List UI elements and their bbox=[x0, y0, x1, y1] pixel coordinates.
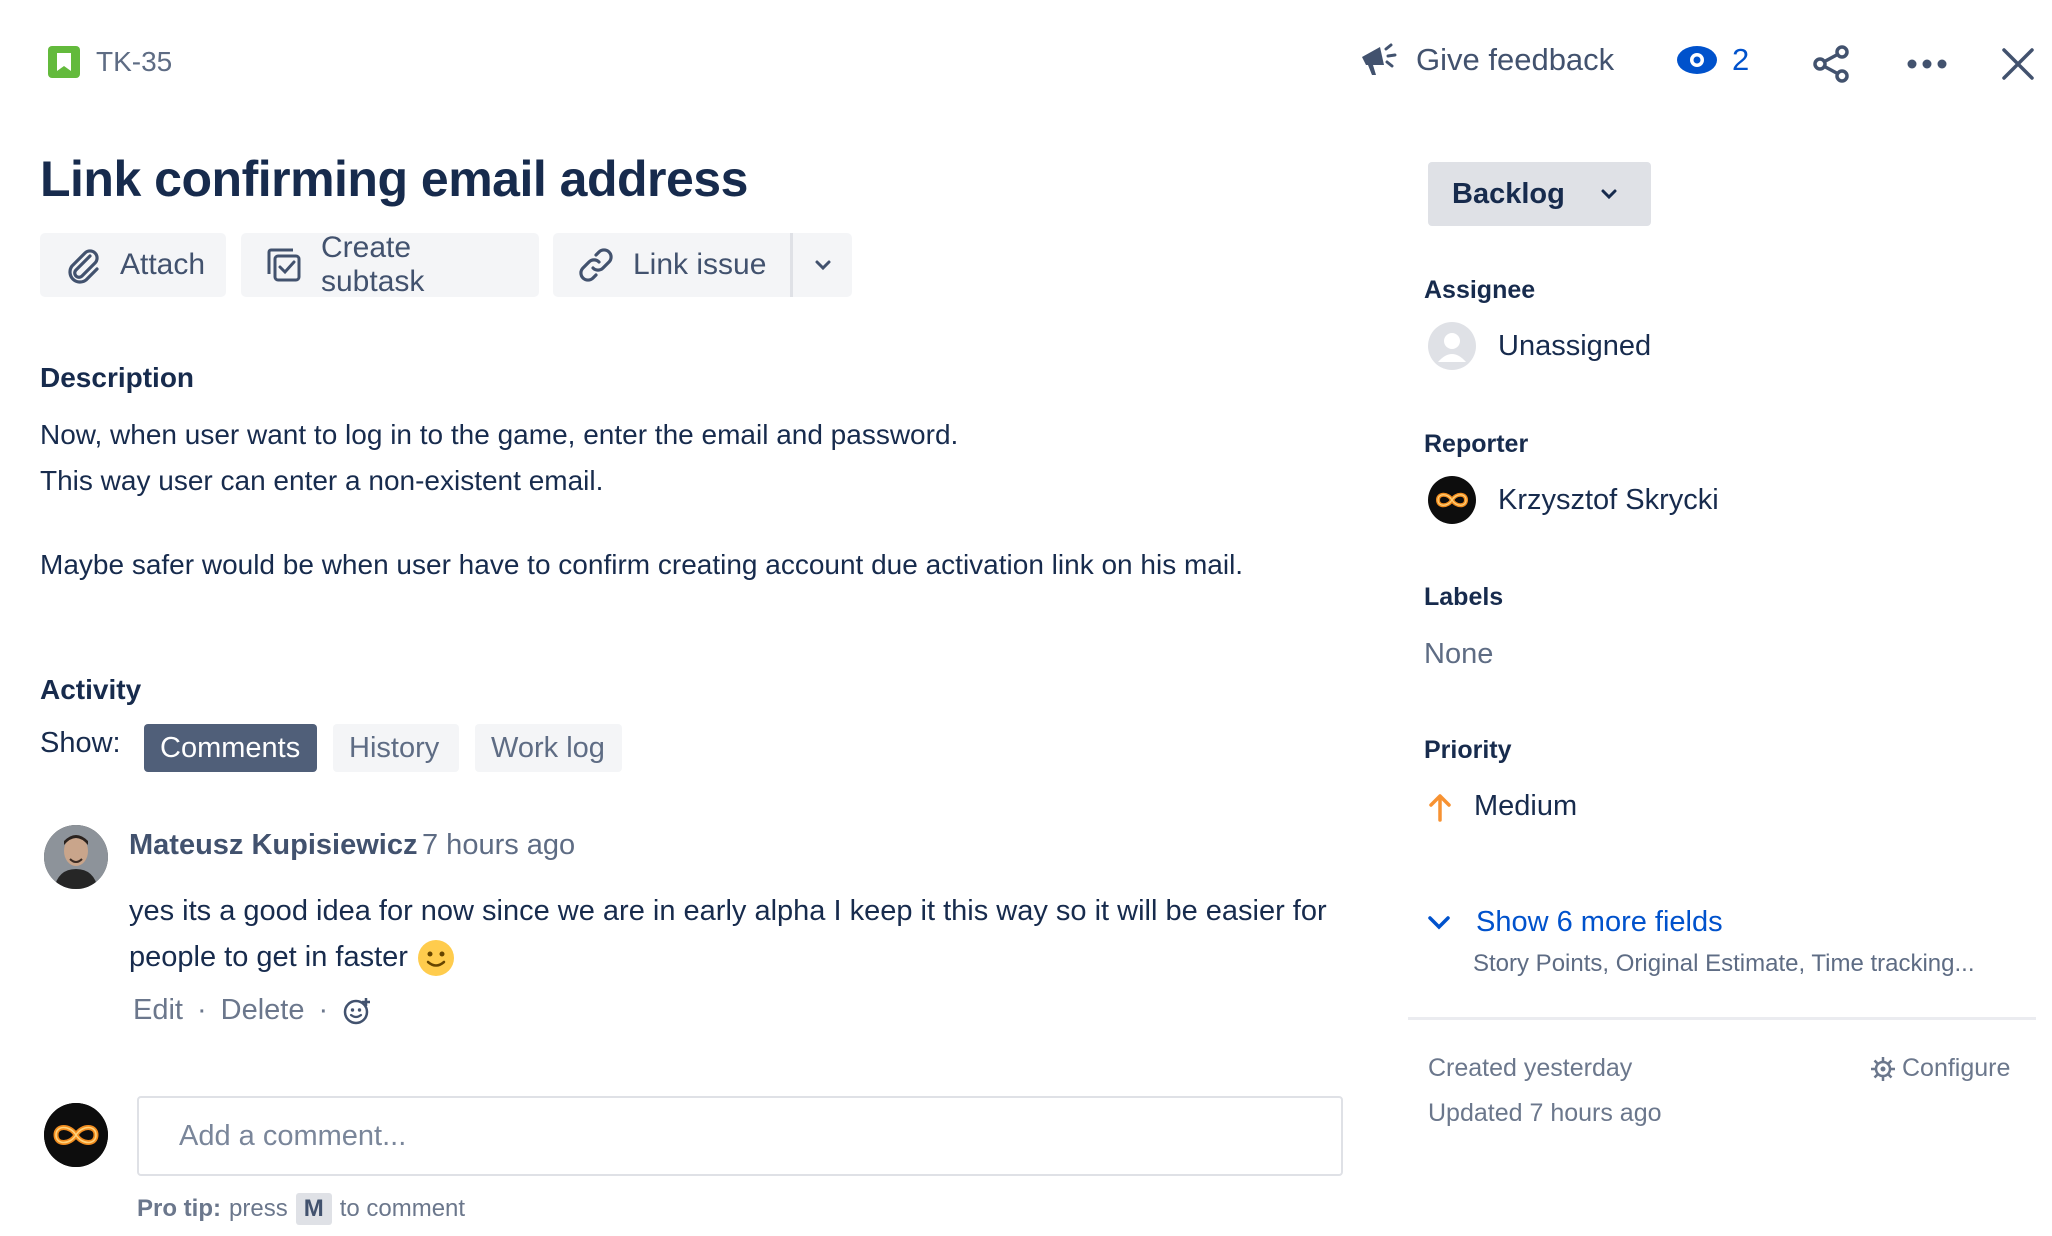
priority-value: Medium bbox=[1474, 790, 1578, 822]
tab-work-log[interactable]: Work log bbox=[475, 724, 622, 772]
status-dropdown[interactable]: Backlog bbox=[1428, 162, 1651, 226]
issue-title[interactable]: Link confirming email address bbox=[40, 150, 748, 208]
subtask-icon bbox=[265, 246, 303, 284]
comment-actions: Edit · Delete · bbox=[133, 994, 372, 1027]
configure-label: Configure bbox=[1902, 1054, 2011, 1082]
reporter-field[interactable]: Krzysztof Skrycki bbox=[1428, 476, 1719, 524]
status-label: Backlog bbox=[1452, 177, 1565, 210]
smile-emoji bbox=[416, 938, 456, 978]
edit-comment-link[interactable]: Edit bbox=[133, 994, 183, 1027]
chevron-down-icon bbox=[1599, 187, 1619, 201]
current-user-avatar bbox=[44, 1103, 108, 1167]
more-fields-summary: Story Points, Original Estimate, Time tr… bbox=[1473, 950, 1975, 977]
add-reaction-icon[interactable] bbox=[342, 996, 372, 1026]
tab-history[interactable]: History bbox=[333, 724, 459, 772]
link-issue-button[interactable]: Link issue bbox=[553, 233, 794, 297]
labels-value[interactable]: None bbox=[1424, 638, 1493, 671]
paperclip-icon bbox=[64, 246, 102, 284]
pro-tip-label: Pro tip: bbox=[137, 1195, 221, 1222]
updated-timestamp: Updated 7 hours ago bbox=[1428, 1099, 1662, 1127]
eye-icon bbox=[1676, 45, 1718, 75]
separator: · bbox=[318, 994, 329, 1026]
show-label: Show: bbox=[40, 727, 121, 759]
assignee-label: Assignee bbox=[1424, 276, 1536, 304]
watch-button[interactable]: 2 bbox=[1676, 42, 1749, 78]
divider bbox=[1408, 1017, 2036, 1020]
attach-button[interactable]: Attach bbox=[40, 233, 226, 297]
give-feedback-button[interactable]: Give feedback bbox=[1360, 42, 1614, 78]
description-heading: Description bbox=[40, 362, 195, 393]
link-icon bbox=[577, 246, 615, 284]
avatar[interactable] bbox=[44, 825, 108, 889]
delete-comment-link[interactable]: Delete bbox=[221, 994, 305, 1027]
show-more-fields-label: Show 6 more fields bbox=[1476, 906, 1723, 938]
labels-label: Labels bbox=[1424, 583, 1504, 611]
more-icon bbox=[1906, 44, 1948, 84]
close-icon bbox=[2000, 44, 2036, 84]
more-actions-button[interactable] bbox=[1906, 44, 1948, 84]
created-timestamp: Created yesterday bbox=[1428, 1054, 1633, 1082]
issue-key[interactable]: TK-35 bbox=[96, 46, 172, 78]
issue-key-breadcrumb[interactable]: TK-35 bbox=[48, 46, 172, 78]
arrow-up-icon bbox=[1428, 792, 1452, 822]
chevron-down-icon bbox=[813, 258, 833, 272]
description-line: Maybe safer would be when user have to c… bbox=[40, 549, 1244, 580]
reporter-value: Krzysztof Skrycki bbox=[1498, 483, 1719, 516]
separator: · bbox=[196, 994, 207, 1026]
chevron-down-icon bbox=[1426, 914, 1452, 932]
gear-icon bbox=[1870, 1056, 1896, 1082]
watchers-count: 2 bbox=[1732, 42, 1750, 77]
pro-tip: Pro tip: press M to comment bbox=[137, 1193, 465, 1225]
comment-timestamp[interactable]: 7 hours ago bbox=[422, 829, 575, 862]
reporter-avatar bbox=[1428, 476, 1476, 524]
share-icon bbox=[1812, 44, 1852, 84]
priority-field[interactable]: Medium bbox=[1428, 790, 1577, 823]
assignee-field[interactable]: Unassigned bbox=[1428, 322, 1651, 370]
priority-label: Priority bbox=[1424, 736, 1512, 764]
link-issue-dropdown[interactable] bbox=[793, 233, 852, 297]
add-comment-input[interactable]: Add a comment... bbox=[137, 1096, 1343, 1176]
user-placeholder-icon bbox=[1428, 322, 1476, 370]
reporter-label: Reporter bbox=[1424, 430, 1529, 458]
description-line: This way user can enter a non-existent e… bbox=[40, 465, 604, 496]
activity-heading: Activity bbox=[40, 674, 142, 705]
comment-text: yes its a good idea for now since we are… bbox=[129, 895, 1327, 973]
assignee-value: Unassigned bbox=[1498, 329, 1652, 362]
create-subtask-label: Create subtask bbox=[321, 231, 425, 298]
tab-comments[interactable]: Comments bbox=[144, 724, 317, 772]
pro-tip-press: press bbox=[229, 1195, 288, 1222]
create-subtask-button[interactable]: Create subtask bbox=[241, 231, 539, 298]
link-issue-button-group: Link issue bbox=[553, 233, 852, 297]
show-more-fields-button[interactable]: Show 6 more fields bbox=[1426, 906, 1723, 939]
configure-button[interactable]: Configure bbox=[1870, 1054, 2010, 1083]
description-body[interactable]: Now, when user want to log in to the gam… bbox=[40, 412, 1340, 588]
close-button[interactable] bbox=[2000, 44, 2036, 84]
megaphone-icon bbox=[1360, 43, 1398, 77]
add-comment-placeholder: Add a comment... bbox=[179, 1119, 407, 1152]
pro-tip-tail: to comment bbox=[339, 1195, 466, 1222]
comment-body: yes its a good idea for now since we are… bbox=[129, 888, 1349, 980]
share-button[interactable] bbox=[1812, 44, 1852, 84]
give-feedback-label: Give feedback bbox=[1416, 42, 1615, 77]
shortcut-key: M bbox=[295, 1193, 332, 1225]
link-issue-label: Link issue bbox=[633, 248, 767, 281]
comment-author[interactable]: Mateusz Kupisiewicz bbox=[129, 829, 417, 862]
story-icon bbox=[48, 46, 80, 78]
description-line: Now, when user want to log in to the gam… bbox=[40, 419, 959, 450]
attach-label: Attach bbox=[120, 248, 206, 281]
